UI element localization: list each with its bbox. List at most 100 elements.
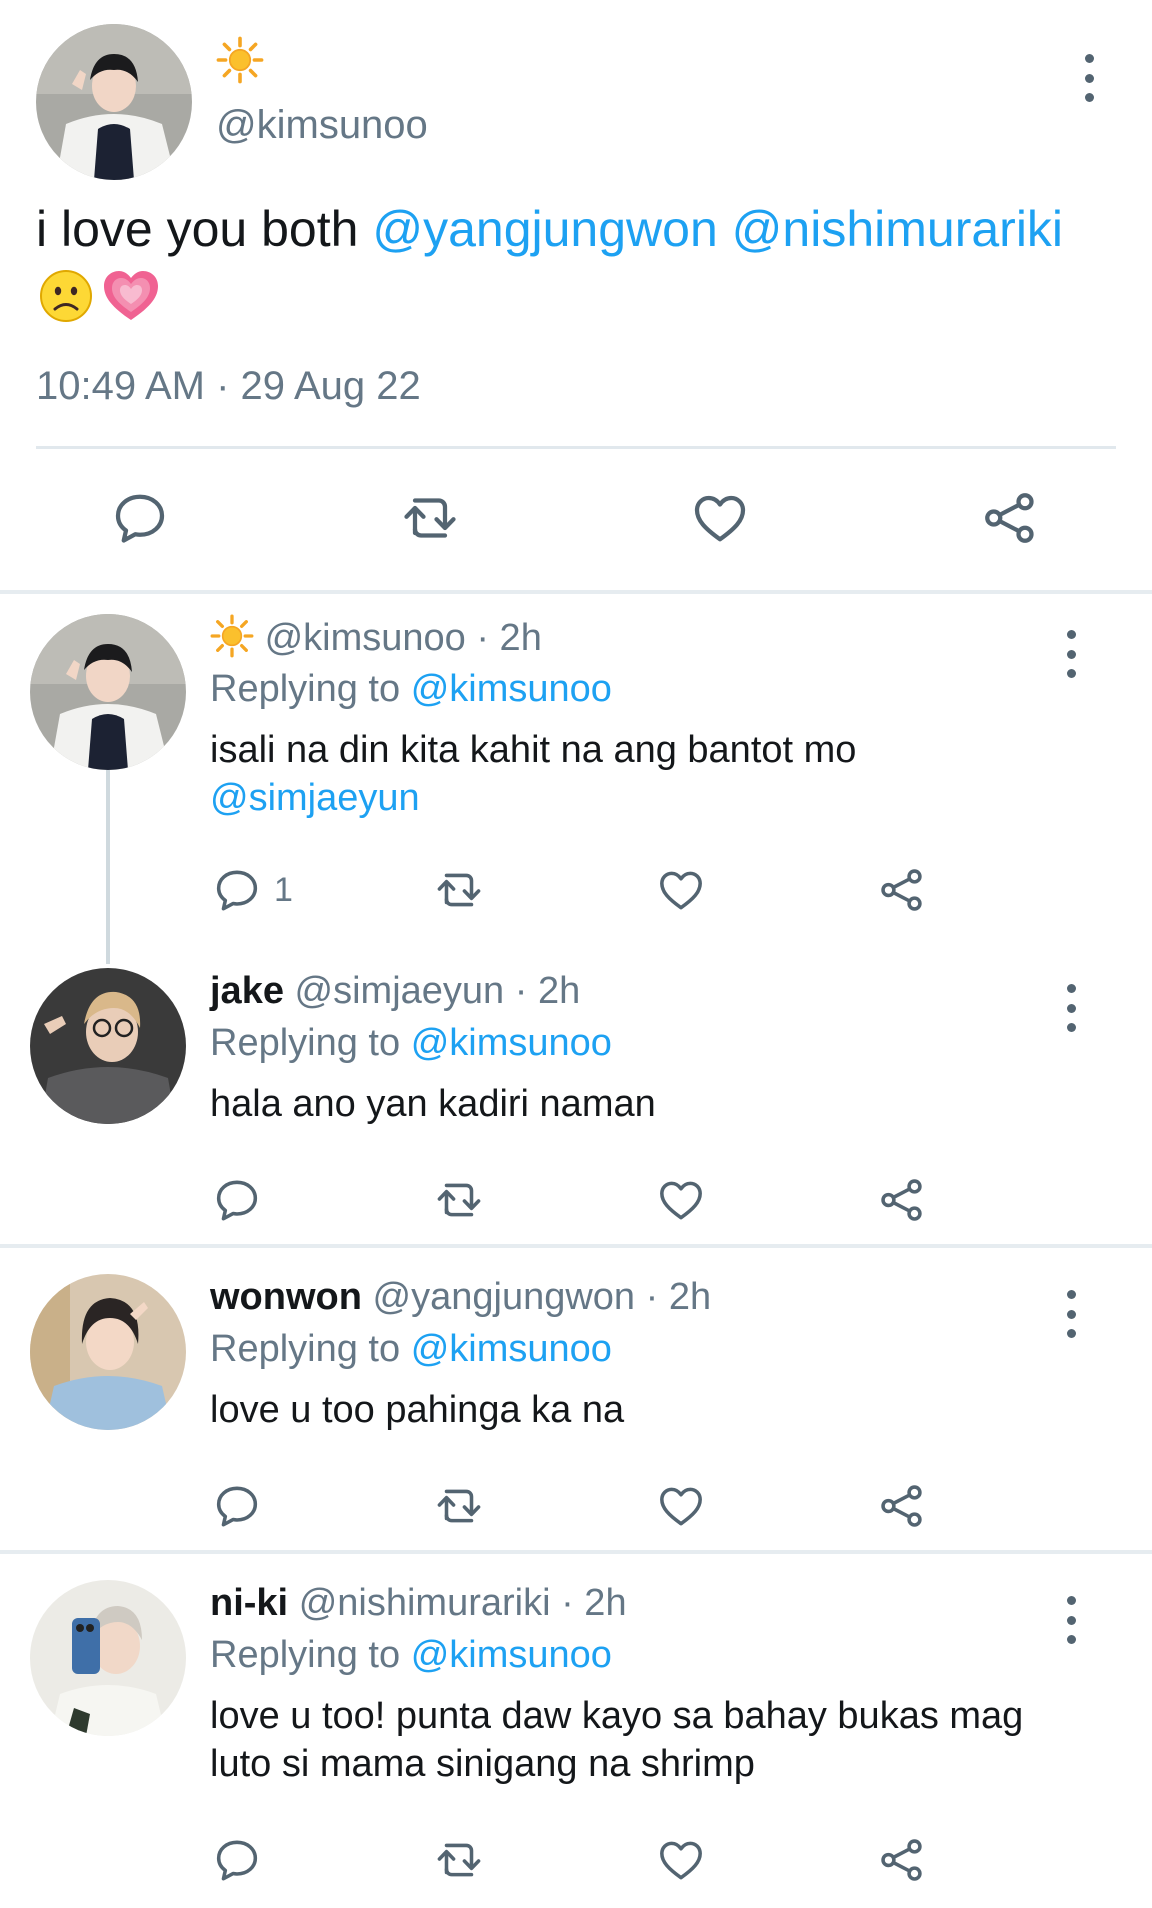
replying-label: Replying to <box>210 1634 401 1676</box>
like-icon[interactable] <box>656 1835 706 1885</box>
replying-label: Replying to <box>210 668 401 710</box>
tweet-text-body: isali na din kita kahit na ang bantot mo <box>210 729 857 771</box>
action-bar: 1 <box>0 862 1152 918</box>
display-name[interactable]: ni-ki <box>210 1582 288 1624</box>
sun-emoji-icon <box>210 614 254 658</box>
more-options-icon[interactable] <box>1059 984 1083 1032</box>
main-tweet: @kimsunoo i love you both @yangjungwon @… <box>0 0 1152 592</box>
like-button[interactable] <box>656 1832 706 1888</box>
avatar[interactable] <box>30 968 186 1124</box>
mention-link[interactable]: @yangjungwon <box>372 201 717 257</box>
replying-label: Replying to <box>210 1022 401 1064</box>
replying-to: Replying to @kimsunoo <box>210 1326 612 1372</box>
reply-button[interactable]: 1 <box>212 862 293 918</box>
display-name[interactable]: jake <box>210 970 284 1012</box>
retweet-button[interactable] <box>434 862 484 918</box>
timestamp: · 2h <box>561 1582 627 1624</box>
handle[interactable]: @kimsunoo <box>265 617 466 659</box>
mention-link[interactable]: @kimsunoo <box>411 668 612 710</box>
more-options-icon[interactable] <box>1059 1290 1083 1338</box>
tweet-text: isali na din kita kahit na ang bantot mo… <box>210 726 1090 822</box>
like-button[interactable] <box>656 1478 706 1534</box>
like-icon[interactable] <box>690 488 750 548</box>
action-bar <box>0 1478 1152 1534</box>
reply-button[interactable] <box>212 1172 262 1228</box>
reply-tweet[interactable]: wonwon @yangjungwon · 2h Replying to @ki… <box>0 1258 1152 1548</box>
avatar[interactable] <box>36 24 192 180</box>
like-button[interactable] <box>656 1172 706 1228</box>
retweet-icon[interactable] <box>434 1835 484 1885</box>
reply-header: ni-ki @nishimurariki · 2h <box>210 1580 627 1626</box>
tweet-text-body: love u too pahinga ka na <box>210 1389 625 1431</box>
action-bar <box>0 1172 1152 1228</box>
share-icon[interactable] <box>877 1481 927 1531</box>
reply-tweet[interactable]: jake @simjaeyun · 2h Replying to @kimsun… <box>0 952 1152 1242</box>
share-icon[interactable] <box>877 1175 927 1225</box>
share-icon[interactable] <box>877 1835 927 1885</box>
reply-icon[interactable] <box>212 865 262 915</box>
like-icon[interactable] <box>656 1175 706 1225</box>
reply-icon[interactable] <box>212 1481 262 1531</box>
share-button[interactable] <box>877 1478 927 1534</box>
retweet-icon[interactable] <box>400 488 460 548</box>
divider <box>0 590 1152 594</box>
avatar[interactable] <box>30 1580 186 1736</box>
avatar[interactable] <box>30 614 186 770</box>
mention-link[interactable]: @simjaeyun <box>210 777 420 819</box>
timestamp: · 2h <box>514 970 581 1012</box>
tweet-text: love u too! punta daw kayo sa bahay buka… <box>210 1692 1090 1788</box>
reply-icon[interactable] <box>212 1835 262 1885</box>
growing-heart-emoji-icon <box>104 271 158 320</box>
tweet-text-body: i love you both <box>36 201 373 257</box>
divider <box>36 446 1116 449</box>
handle[interactable]: @kimsunoo <box>216 102 428 148</box>
mention-link[interactable]: @nishimurariki <box>732 201 1063 257</box>
divider <box>0 1550 1152 1554</box>
more-options-icon[interactable] <box>1077 54 1101 102</box>
replying-label: Replying to <box>210 1328 401 1370</box>
more-options-icon[interactable] <box>1059 1596 1083 1644</box>
mention-link[interactable]: @kimsunoo <box>411 1328 612 1370</box>
share-button[interactable] <box>877 1832 927 1888</box>
tweet-text-body: hala ano yan kadiri naman <box>210 1083 656 1125</box>
reply-icon[interactable] <box>212 1175 262 1225</box>
reply-icon[interactable] <box>110 488 170 548</box>
reply-header: wonwon @yangjungwon · 2h <box>210 1274 711 1320</box>
tweet-text-body: love u too! punta daw kayo sa bahay buka… <box>210 1695 1024 1785</box>
retweet-button[interactable] <box>434 1478 484 1534</box>
replying-to: Replying to @kimsunoo <box>210 1020 612 1066</box>
reply-count: 1 <box>274 870 293 909</box>
retweet-icon[interactable] <box>434 865 484 915</box>
reply-button[interactable] <box>212 1832 262 1888</box>
retweet-button[interactable] <box>434 1172 484 1228</box>
handle[interactable]: @nishimurariki <box>299 1582 551 1624</box>
share-button[interactable] <box>877 862 927 918</box>
handle[interactable]: @simjaeyun <box>295 970 505 1012</box>
share-button[interactable] <box>877 1172 927 1228</box>
reply-tweet[interactable]: @kimsunoo · 2h Replying to @kimsunoo isa… <box>0 598 1152 948</box>
mention-link[interactable]: @kimsunoo <box>411 1022 612 1064</box>
mention-link[interactable]: @kimsunoo <box>411 1634 612 1676</box>
more-options-icon[interactable] <box>1059 630 1083 678</box>
replying-to: Replying to @kimsunoo <box>210 666 612 712</box>
avatar[interactable] <box>30 1274 186 1430</box>
retweet-button[interactable] <box>434 1832 484 1888</box>
retweet-icon[interactable] <box>434 1481 484 1531</box>
frowning-face-emoji-icon <box>40 270 92 322</box>
timestamp: · 2h <box>645 1276 712 1318</box>
reply-tweet[interactable]: ni-ki @nishimurariki · 2h Replying to @k… <box>0 1564 1152 1908</box>
like-button[interactable] <box>656 862 706 918</box>
reply-header: @kimsunoo · 2h <box>210 614 542 661</box>
like-icon[interactable] <box>656 865 706 915</box>
action-bar <box>0 1832 1152 1888</box>
like-icon[interactable] <box>656 1481 706 1531</box>
handle[interactable]: @yangjungwon <box>373 1276 636 1318</box>
share-icon[interactable] <box>877 865 927 915</box>
reply-button[interactable] <box>212 1478 262 1534</box>
retweet-icon[interactable] <box>434 1175 484 1225</box>
reply-header: jake @simjaeyun · 2h <box>210 968 580 1014</box>
sun-emoji-icon <box>216 36 264 84</box>
tweet-text: love u too pahinga ka na <box>210 1386 1090 1434</box>
share-icon[interactable] <box>980 488 1040 548</box>
display-name[interactable]: wonwon <box>210 1276 362 1318</box>
